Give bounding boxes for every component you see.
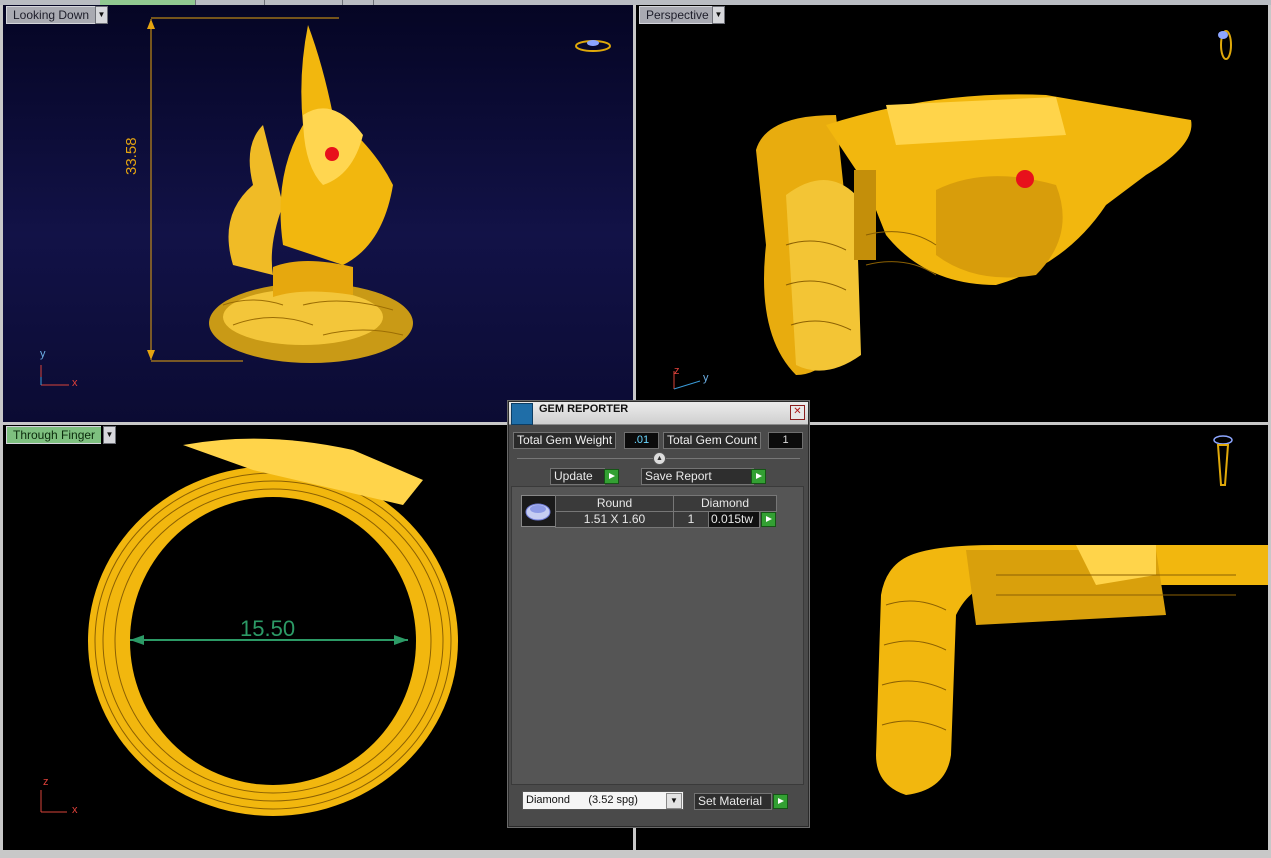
total-gem-weight-value: .01 bbox=[624, 432, 659, 449]
update-button[interactable]: Update bbox=[550, 468, 605, 485]
gem-reporter-title: GEM REPORTER bbox=[539, 403, 629, 415]
total-gem-weight-label: Total Gem Weight bbox=[513, 432, 617, 449]
viewport-looking-down[interactable]: Looking Down ▼ 33.58 y x bbox=[3, 5, 633, 422]
gem-weight-cell: 0.015tw bbox=[708, 511, 760, 528]
viewport-perspective[interactable]: Perspective ▼ z y bbox=[636, 5, 1268, 422]
material-select-value: Diamond (3.52 spg) bbox=[526, 794, 638, 806]
update-go-icon[interactable] bbox=[604, 469, 619, 484]
axis-x-label: x bbox=[72, 377, 78, 389]
gem-count-cell: 1 bbox=[673, 511, 709, 528]
height-dimension-label: 33.58 bbox=[123, 137, 140, 175]
save-report-button[interactable]: Save Report bbox=[641, 468, 754, 485]
axis-z-label: z bbox=[43, 776, 49, 788]
viewport-label[interactable]: Looking Down bbox=[6, 6, 96, 24]
close-icon[interactable]: ✕ bbox=[790, 405, 805, 420]
viewport-label[interactable]: Through Finger bbox=[6, 426, 102, 444]
viewport-label[interactable]: Perspective bbox=[639, 6, 715, 24]
axis-y-label: y bbox=[40, 348, 46, 360]
ring-perspective-view bbox=[673, 30, 1232, 390]
set-material-button[interactable]: Set Material bbox=[694, 793, 772, 810]
gem-shape-header: Round bbox=[555, 495, 674, 512]
gem-reporter-app-icon bbox=[511, 403, 533, 425]
gem-row-go-icon[interactable] bbox=[761, 512, 776, 527]
axis-z-label: z bbox=[674, 365, 680, 377]
material-select[interactable]: Diamond (3.52 spg) ▼ bbox=[522, 791, 684, 810]
total-gem-count-label: Total Gem Count bbox=[663, 432, 762, 449]
gem-size-cell: 1.51 X 1.60 bbox=[555, 511, 674, 528]
gem-reporter-titlebar[interactable]: GEM REPORTER ✕ bbox=[509, 402, 808, 425]
gem-material-header: Diamond bbox=[673, 495, 777, 512]
set-material-go-icon[interactable] bbox=[773, 794, 788, 809]
viewport-menu-dropdown[interactable]: ▼ bbox=[103, 426, 116, 444]
axis-y-label: y bbox=[703, 372, 709, 384]
diameter-dimension-label: 15.50 bbox=[240, 616, 296, 641]
gem-list[interactable]: Round Diamond 1.51 X 1.60 1 0.015tw bbox=[511, 486, 804, 785]
collapse-toggle-icon[interactable]: ▲ bbox=[653, 452, 666, 465]
chevron-down-icon[interactable]: ▼ bbox=[666, 793, 682, 809]
viewport-menu-dropdown[interactable]: ▼ bbox=[95, 6, 108, 24]
viewport-menu-dropdown[interactable]: ▼ bbox=[712, 6, 725, 24]
save-report-go-icon[interactable] bbox=[751, 469, 766, 484]
total-gem-count-value: 1 bbox=[768, 432, 803, 449]
axis-x-label: x bbox=[72, 804, 78, 816]
gem-reporter-panel: GEM REPORTER ✕ Total Gem Weight .01 Tota… bbox=[508, 401, 809, 827]
ring-front-view bbox=[40, 17, 611, 386]
round-gem-icon bbox=[521, 495, 556, 527]
